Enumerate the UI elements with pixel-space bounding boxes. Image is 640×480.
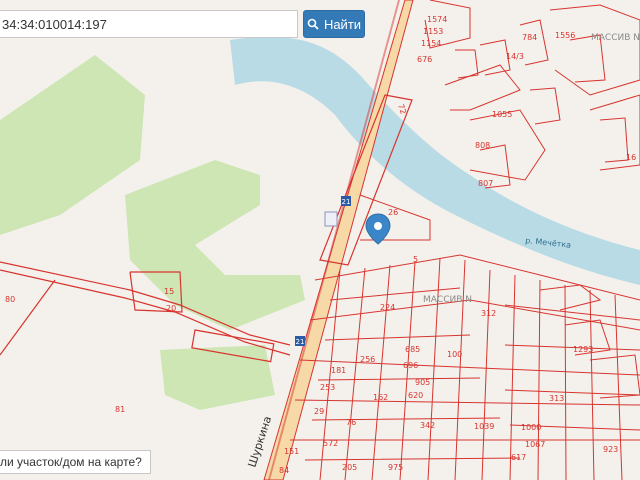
massiv-label: МАССИВ N [591, 33, 640, 43]
parcel-label: 84 [279, 466, 289, 475]
parcel-label: 1154 [421, 39, 441, 48]
parcel-label: 1293 [573, 345, 593, 354]
parcel-label: 572 [323, 439, 338, 448]
parcel-label: 181 [331, 366, 346, 375]
parcel-label: 81 [115, 405, 125, 414]
parcel-label: 696 [403, 361, 418, 370]
parcel-label: 205 [342, 463, 357, 472]
parcel-label: 256 [360, 355, 375, 364]
parcel-label: 1574 [427, 15, 447, 24]
parcel-label: 224 [380, 303, 395, 312]
search-button-label: Найти [323, 16, 362, 32]
parcel-label: 342 [420, 421, 435, 430]
parcel-label: 100 [447, 350, 462, 359]
parcel-label: 26 [388, 208, 398, 217]
parcel-label: 620 [408, 391, 423, 400]
parcel-label: 1039 [474, 422, 494, 431]
road-marker-label: 21 [342, 198, 351, 206]
parcel-label: 29 [314, 407, 324, 416]
parcel-label: 151 [284, 447, 299, 456]
parcel-label: 1067 [525, 440, 545, 449]
parcel-label: 784 [522, 33, 537, 42]
massiv-label: МАССИВ N [423, 295, 472, 305]
parcel-label: 923 [603, 445, 618, 454]
parcel-label: 807 [478, 179, 493, 188]
parcel-label: 808 [475, 141, 490, 150]
parcel-label: 676 [417, 55, 432, 64]
map-search-prompt[interactable]: ли участок/дом на карте? [0, 450, 151, 474]
parcel-label: 1055 [492, 110, 512, 119]
parcel-label: 975 [388, 463, 403, 472]
parcel-label: 905 [415, 378, 430, 387]
road-marker-label: 21 [296, 338, 305, 346]
search-icon [307, 18, 319, 30]
parcel-label: 1556 [555, 31, 575, 40]
parcel-label: 685 [405, 345, 420, 354]
parcel-label: 1153 [423, 27, 443, 36]
parcel-label: 80 [5, 295, 15, 304]
parcel-label: 20 [166, 304, 176, 313]
parcel-label: 313 [549, 394, 564, 403]
parcel-label: 14/3 [506, 52, 524, 61]
parcel-label: 312 [481, 309, 496, 318]
cadastral-search-input[interactable]: 34:34:010014:197 [0, 10, 298, 38]
road-sign-icon [324, 211, 338, 227]
cadastral-map[interactable]: 21 21 р. Мечётка Шуркина МАССИВ N МАССИВ… [0, 0, 640, 480]
parcel-label: 1000 [521, 423, 541, 432]
parcel-label: 5 [413, 255, 418, 264]
parcel-label: 253 [320, 383, 335, 392]
parcel-label: 162 [373, 393, 388, 402]
parcel-label: 76 [346, 418, 356, 427]
parcel-label: 16 [626, 153, 636, 162]
parcel-label: 15 [164, 287, 174, 296]
parcel-label: 617 [511, 453, 526, 462]
search-button[interactable]: Найти [303, 10, 365, 38]
